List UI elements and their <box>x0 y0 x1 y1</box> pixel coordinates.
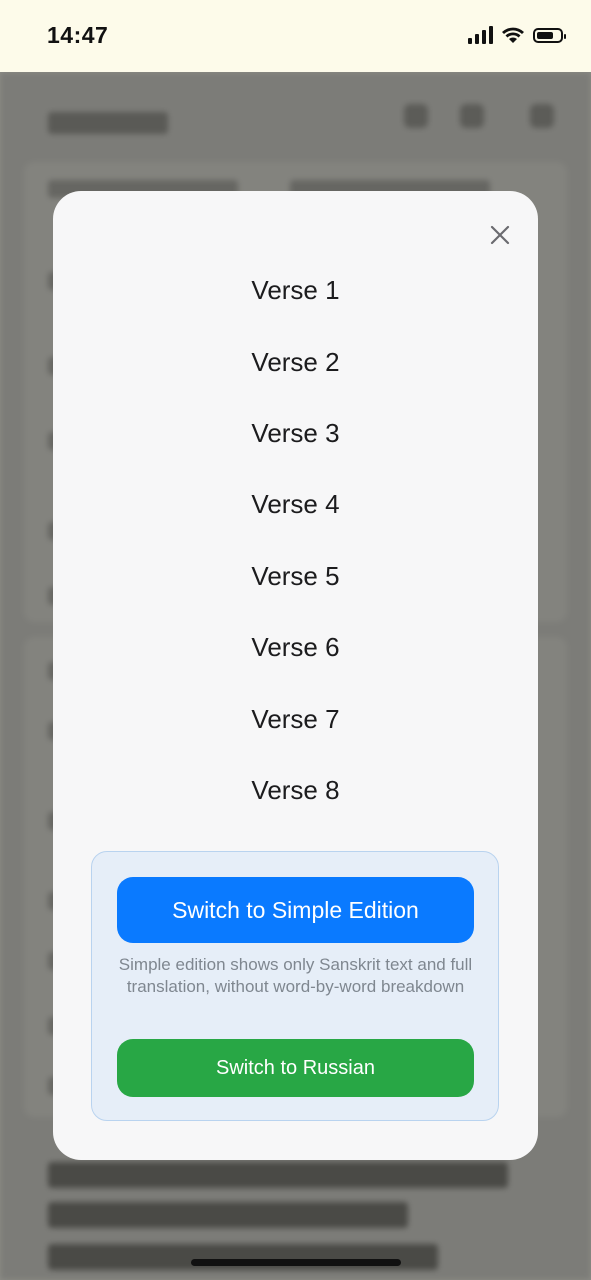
switch-russian-button[interactable]: Switch to Russian <box>117 1039 474 1097</box>
status-icons <box>468 26 566 44</box>
status-bar: 14:47 <box>0 0 591 72</box>
verse-item-5[interactable]: Verse 5 <box>53 541 538 612</box>
verse-item-6[interactable]: Verse 6 <box>53 612 538 683</box>
wifi-icon <box>502 27 524 43</box>
verse-list: Verse 1 Verse 2 Verse 3 Verse 4 Verse 5 … <box>53 255 538 826</box>
verse-item-1[interactable]: Verse 1 <box>53 255 538 326</box>
verse-item-7[interactable]: Verse 7 <box>53 683 538 754</box>
verse-item-8[interactable]: Verse 8 <box>53 755 538 826</box>
verse-picker-modal: Verse 1 Verse 2 Verse 3 Verse 4 Verse 5 … <box>53 191 538 1160</box>
verse-item-4[interactable]: Verse 4 <box>53 469 538 540</box>
switch-simple-edition-button[interactable]: Switch to Simple Edition <box>117 877 474 943</box>
edition-options-panel: Switch to Simple Edition Simple edition … <box>91 851 499 1121</box>
home-indicator[interactable] <box>191 1259 401 1266</box>
signal-icon <box>468 26 493 44</box>
status-time: 14:47 <box>47 22 109 48</box>
close-icon <box>490 225 510 245</box>
close-button[interactable] <box>488 223 512 247</box>
simple-edition-description: Simple edition shows only Sanskrit text … <box>118 955 473 996</box>
battery-icon <box>533 27 566 43</box>
verse-item-3[interactable]: Verse 3 <box>53 398 538 469</box>
verse-item-2[interactable]: Verse 2 <box>53 326 538 397</box>
